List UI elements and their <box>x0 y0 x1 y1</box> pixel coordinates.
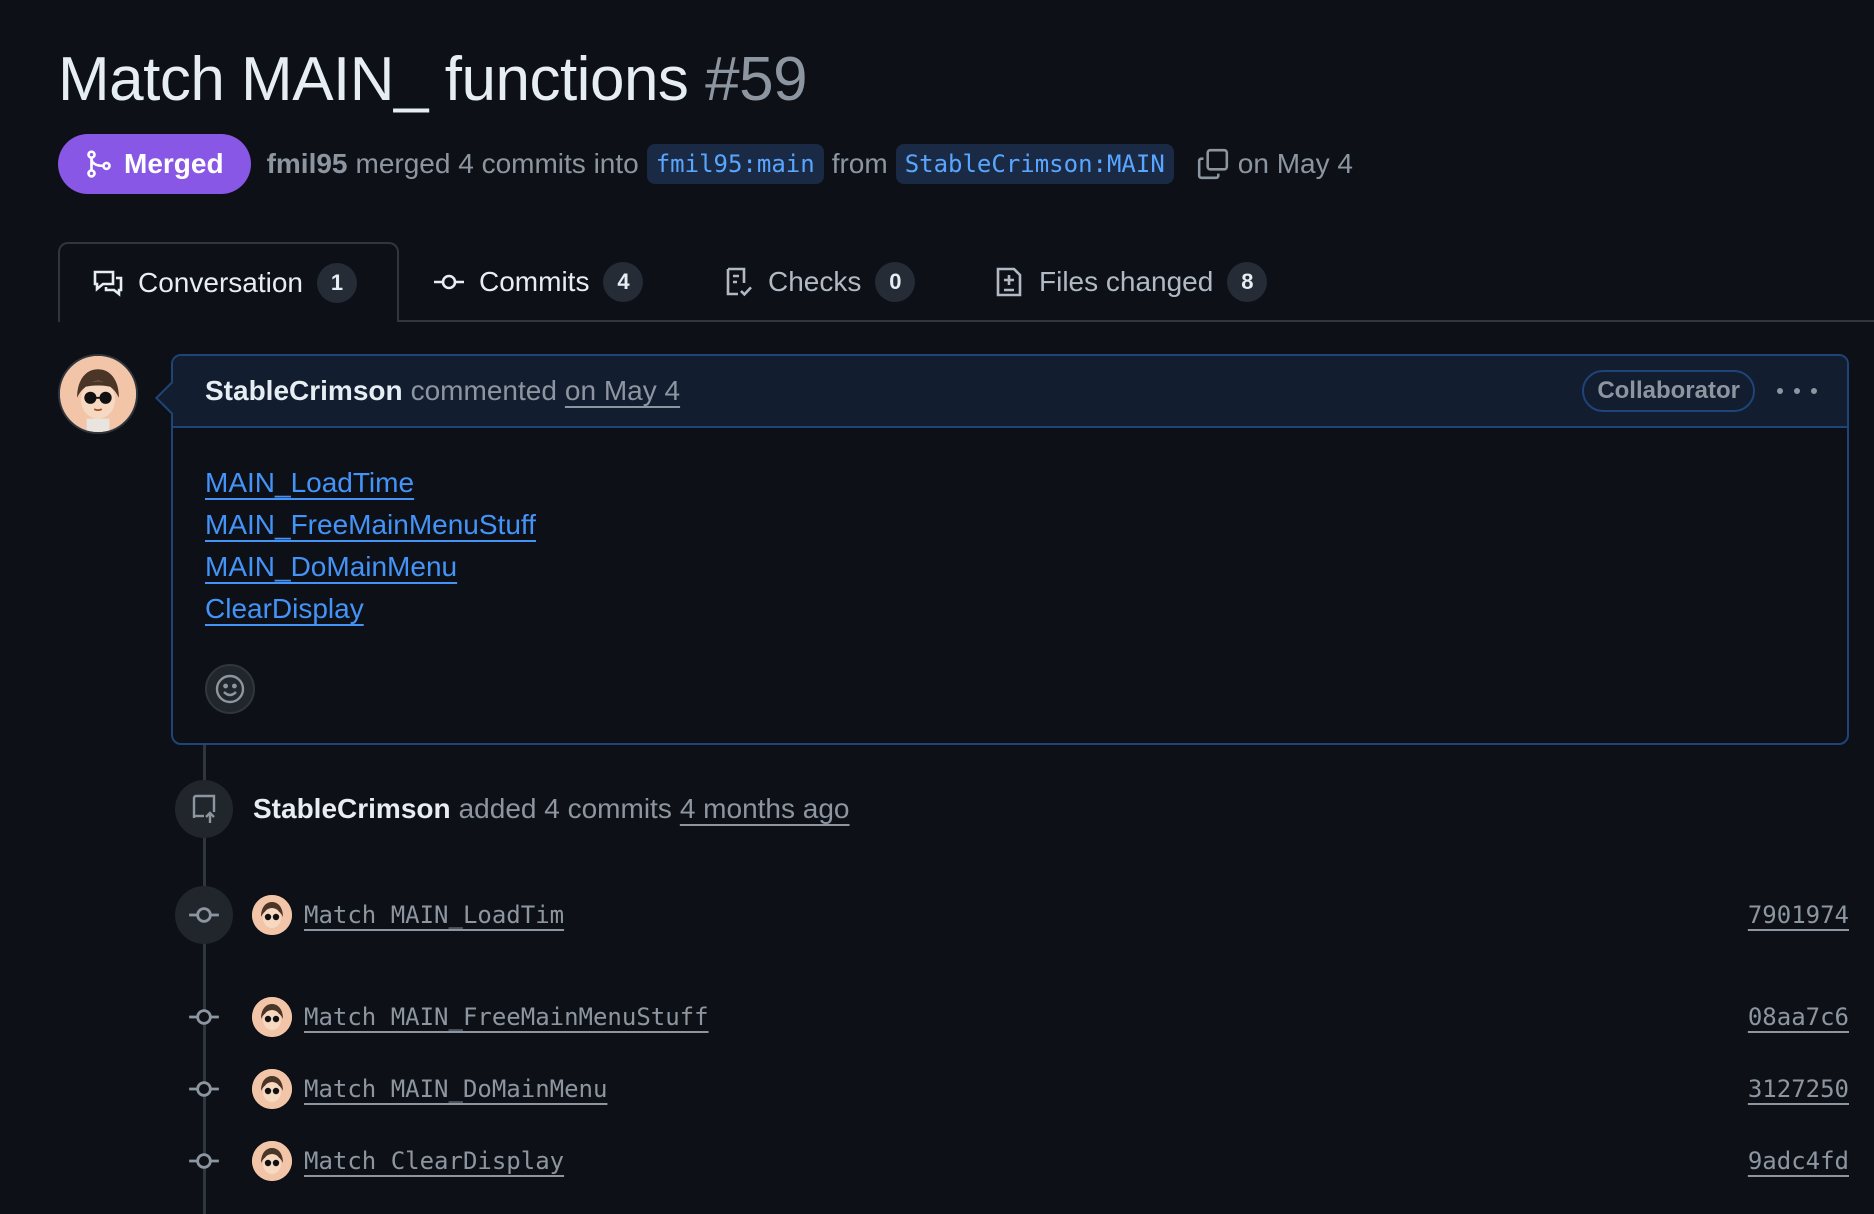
event-time[interactable]: 4 months ago <box>680 793 850 825</box>
commit-message[interactable]: Match MAIN_LoadTim <box>304 901 564 929</box>
checklist-icon <box>726 267 752 297</box>
commit-message[interactable]: Match MAIN_FreeMainMenuStuff <box>304 1003 709 1031</box>
commit-row: Match ClearDisplay 9adc4fd <box>175 1132 1849 1190</box>
merge-text: merged 4 commits into <box>355 148 639 179</box>
merged-label: Merged <box>124 148 224 179</box>
merger-link[interactable]: fmil95 <box>267 148 348 180</box>
pr-title-text: Match MAIN_ functions <box>58 45 689 114</box>
smiley-icon <box>215 674 245 704</box>
commit-message[interactable]: Match MAIN_DoMainMenu <box>304 1075 607 1103</box>
tab-label: Commits <box>479 266 590 297</box>
comment-header: StableCrimson commented on May 4 Collabo… <box>173 356 1847 428</box>
copy-icon[interactable] <box>1196 147 1230 181</box>
commit-sha[interactable]: 3127250 <box>1748 1075 1849 1103</box>
comment-date[interactable]: on May 4 <box>565 375 680 407</box>
event-action: added 4 commits <box>458 793 672 824</box>
commit-row: Match MAIN_LoadTim 7901974 <box>175 886 1849 944</box>
commit-row: Match MAIN_DoMainMenu 3127250 <box>175 1060 1849 1118</box>
commit-message[interactable]: Match ClearDisplay <box>304 1147 564 1175</box>
function-link[interactable]: MAIN_FreeMainMenuStuff <box>205 504 536 546</box>
git-commit-icon <box>175 1060 233 1118</box>
collaborator-badge: Collaborator <box>1582 370 1755 412</box>
comment-author[interactable]: StableCrimson <box>205 375 403 407</box>
avatar[interactable] <box>252 1069 292 1109</box>
merge-date: on May 4 <box>1237 148 1353 179</box>
commit-sha[interactable]: 7901974 <box>1748 901 1849 929</box>
commits-added-event: StableCrimson added 4 commits 4 months a… <box>175 780 850 838</box>
tab-counter: 0 <box>875 262 916 302</box>
avatar[interactable] <box>252 895 292 935</box>
comment-box: StableCrimson commented on May 4 Collabo… <box>171 354 1849 745</box>
function-link[interactable]: MAIN_DoMainMenu <box>205 546 457 588</box>
commit-sha[interactable]: 9adc4fd <box>1748 1147 1849 1175</box>
tab-counter: 8 <box>1227 262 1268 302</box>
tab-files-changed[interactable]: Files changed 8 <box>993 242 1268 322</box>
add-reaction-button[interactable] <box>205 664 255 714</box>
function-link[interactable]: ClearDisplay <box>205 588 364 630</box>
git-merge-icon <box>87 150 111 178</box>
repo-push-icon <box>175 780 233 838</box>
base-branch[interactable]: fmil95:main <box>646 144 824 184</box>
git-commit-icon <box>175 988 233 1046</box>
mii-avatar-image <box>60 356 136 432</box>
tab-label: Files changed <box>1039 266 1214 297</box>
comment-action: commented <box>410 375 557 406</box>
pr-title: Match MAIN_ functions #59 <box>58 44 808 115</box>
merged-badge: Merged <box>58 134 251 194</box>
git-commit-icon <box>434 274 464 290</box>
function-link[interactable]: MAIN_LoadTime <box>205 462 414 504</box>
tab-label: Checks <box>768 266 862 297</box>
pr-meta: Merged fmil95 merged 4 commits into fmil… <box>58 134 1353 194</box>
avatar[interactable] <box>252 1141 292 1181</box>
tab-commits[interactable]: Commits 4 <box>433 242 644 322</box>
from-text: from <box>831 148 888 179</box>
tab-conversation[interactable]: Conversation 1 <box>58 242 399 322</box>
tab-checks[interactable]: Checks 0 <box>722 242 916 322</box>
comment-body: MAIN_LoadTime MAIN_FreeMainMenuStuff MAI… <box>173 428 1847 748</box>
event-author[interactable]: StableCrimson <box>253 793 451 825</box>
comment-discussion-icon <box>93 270 123 297</box>
git-commit-icon <box>175 1132 233 1190</box>
commit-row: Match MAIN_FreeMainMenuStuff 08aa7c6 <box>175 988 1849 1046</box>
git-commit-icon <box>175 886 233 944</box>
tab-counter: 1 <box>316 263 357 303</box>
file-diff-icon <box>996 267 1022 297</box>
head-branch[interactable]: StableCrimson:MAIN <box>895 144 1174 184</box>
avatar[interactable] <box>252 997 292 1037</box>
tab-label: Conversation <box>138 267 303 298</box>
commit-sha[interactable]: 08aa7c6 <box>1748 1003 1849 1031</box>
tab-counter: 4 <box>603 262 644 302</box>
kebab-horizontal-icon[interactable] <box>1777 381 1817 401</box>
pr-number: #59 <box>705 45 808 114</box>
avatar[interactable] <box>58 354 138 434</box>
